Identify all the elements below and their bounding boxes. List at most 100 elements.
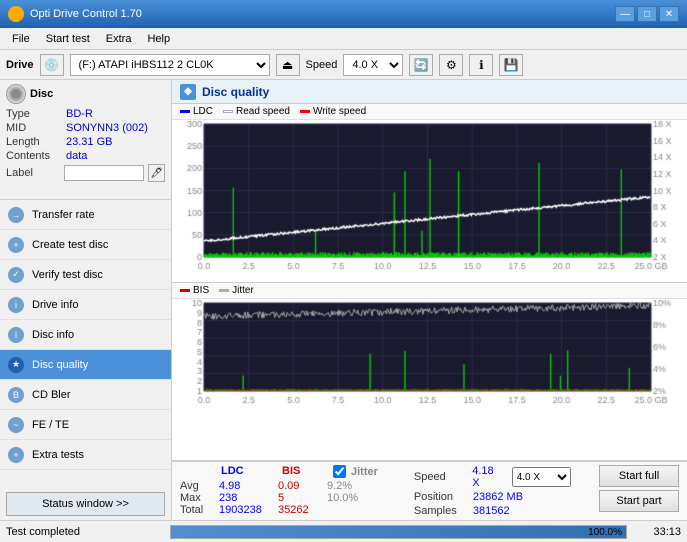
- nav-label-verify-test: Verify test disc: [32, 269, 103, 281]
- titlebar-controls: — □ ✕: [615, 6, 679, 22]
- stats-max-jitter: 10.0%: [327, 492, 358, 504]
- legend-write-speed: Write speed: [300, 106, 366, 117]
- disc-panel: Disc Type BD-R MID SONYNN3 (002) Length …: [0, 80, 171, 200]
- settings-icon[interactable]: ⚙: [439, 54, 463, 76]
- jitter-checkbox[interactable]: [333, 465, 346, 478]
- drivebar: Drive 💿 (F:) ATAPI iHBS112 2 CL0K ⏏ Spee…: [0, 50, 687, 80]
- disc-type-val: BD-R: [66, 108, 93, 120]
- extra-tests-icon: +: [8, 447, 24, 463]
- write-speed-dot: [300, 110, 310, 113]
- start-part-button[interactable]: Start part: [599, 490, 679, 512]
- app-icon: [8, 6, 24, 22]
- sidebar-item-disc-info[interactable]: i Disc info: [0, 320, 171, 350]
- sidebar-item-extra-tests[interactable]: + Extra tests: [0, 440, 171, 470]
- eject-icon[interactable]: ⏏: [276, 54, 300, 76]
- disc-quality-header-icon: ◈: [180, 84, 196, 100]
- progress-bar-fill: [171, 526, 626, 538]
- stats-avg-row: Avg 4.98 0.09 9.2%: [180, 480, 378, 492]
- legend-bis: BIS: [180, 285, 209, 296]
- content-header-title: Disc quality: [202, 85, 269, 99]
- sidebar-item-disc-quality[interactable]: ★ Disc quality: [0, 350, 171, 380]
- label-edit-icon[interactable]: 🖊: [148, 164, 165, 182]
- menubar: File Start test Extra Help: [0, 28, 687, 50]
- speed-select-stats[interactable]: 4.0 X: [512, 467, 571, 487]
- disc-icon: [6, 84, 26, 104]
- sidebar: Disc Type BD-R MID SONYNN3 (002) Length …: [0, 80, 172, 520]
- menu-help[interactable]: Help: [139, 31, 178, 47]
- disc-panel-header: Disc: [6, 84, 165, 104]
- progress-text: 100.0%: [588, 526, 622, 539]
- samples-val: 381562: [473, 505, 510, 517]
- sidebar-item-transfer-rate[interactable]: → Transfer rate: [0, 200, 171, 230]
- stats-jitter-header-wrap: Jitter: [333, 465, 378, 478]
- disc-length-key: Length: [6, 136, 66, 148]
- sidebar-item-verify-test[interactable]: ✓ Verify test disc: [0, 260, 171, 290]
- position-val: 23862 MB: [473, 491, 523, 503]
- ldc-dot: [180, 110, 190, 113]
- statusbar: Test completed 100.0% 33:13: [0, 520, 687, 542]
- nav-label-create-test: Create test disc: [32, 239, 108, 251]
- sidebar-item-cd-bler[interactable]: B CD Bler: [0, 380, 171, 410]
- legend-ldc-label: LDC: [193, 106, 213, 117]
- disc-type-row: Type BD-R: [6, 108, 165, 120]
- status-text: Test completed: [6, 526, 166, 538]
- nav-label-cd-bler: CD Bler: [32, 389, 71, 401]
- bottom-chart: [172, 299, 687, 409]
- menu-start-test[interactable]: Start test: [38, 31, 98, 47]
- main-area: Disc Type BD-R MID SONYNN3 (002) Length …: [0, 80, 687, 520]
- speed-select[interactable]: 4.0 X: [343, 54, 403, 76]
- bottom-chart-container: [172, 299, 687, 462]
- status-window-button[interactable]: Status window >>: [6, 492, 165, 516]
- sidebar-item-fe-te[interactable]: ~ FE / TE: [0, 410, 171, 440]
- top-chart-container: [172, 120, 687, 283]
- menu-file[interactable]: File: [4, 31, 38, 47]
- stats-total-bis: 35262: [278, 504, 323, 516]
- save-icon[interactable]: 💾: [499, 54, 523, 76]
- legend-read-label: Read speed: [236, 106, 290, 117]
- refresh-icon[interactable]: 🔄: [409, 54, 433, 76]
- disc-quality-icon: ★: [8, 357, 24, 373]
- cd-bler-icon: B: [8, 387, 24, 403]
- drive-select[interactable]: (F:) ATAPI iHBS112 2 CL0K: [70, 54, 270, 76]
- titlebar-title: Opti Drive Control 1.70: [30, 8, 142, 20]
- nav-label-disc-info: Disc info: [32, 329, 74, 341]
- stats-max-row: Max 238 5 10.0%: [180, 492, 378, 504]
- info-icon[interactable]: ℹ: [469, 54, 493, 76]
- start-full-button[interactable]: Start full: [599, 465, 679, 487]
- stats-ldc-header: LDC: [221, 465, 276, 478]
- content-area: ◈ Disc quality LDC Read speed Write spee…: [172, 80, 687, 520]
- disc-length-val: 23.31 GB: [66, 136, 112, 148]
- time-text: 33:13: [631, 526, 681, 538]
- speed-label: Speed: [306, 59, 338, 71]
- sidebar-item-drive-info[interactable]: i Drive info: [0, 290, 171, 320]
- read-speed-dot: [223, 110, 233, 113]
- fe-te-icon: ~: [8, 417, 24, 433]
- bottom-chart-legend: BIS Jitter: [172, 283, 687, 299]
- create-test-icon: +: [8, 237, 24, 253]
- disc-label-key: Label: [6, 167, 60, 179]
- titlebar: Opti Drive Control 1.70 — □ ✕: [0, 0, 687, 28]
- close-button[interactable]: ✕: [659, 6, 679, 22]
- legend-read-speed: Read speed: [223, 106, 290, 117]
- maximize-button[interactable]: □: [637, 6, 657, 22]
- speed-speed-val: 4.18 X: [472, 465, 503, 489]
- stats-total-row: Total 1903238 35262: [180, 504, 378, 516]
- disc-type-key: Type: [6, 108, 66, 120]
- stats-bar: LDC BIS Jitter Avg 4.98 0.09 9.2% Max 23…: [172, 461, 687, 520]
- menu-extra[interactable]: Extra: [98, 31, 140, 47]
- disc-contents-key: Contents: [6, 150, 66, 162]
- bis-dot: [180, 289, 190, 292]
- transfer-rate-icon: →: [8, 207, 24, 223]
- sidebar-item-create-test[interactable]: + Create test disc: [0, 230, 171, 260]
- disc-label-row: Label 🖊: [6, 164, 165, 182]
- position-key: Position: [414, 491, 469, 503]
- stats-columns: LDC BIS Jitter Avg 4.98 0.09 9.2% Max 23…: [180, 465, 378, 516]
- minimize-button[interactable]: —: [615, 6, 635, 22]
- speed-speed-key: Speed: [414, 471, 468, 483]
- nav-items: → Transfer rate + Create test disc ✓ Ver…: [0, 200, 171, 488]
- stats-max-ldc: 238: [219, 492, 274, 504]
- disc-contents-val: data: [66, 150, 87, 162]
- stats-max-bis: 5: [278, 492, 323, 504]
- disc-label-input[interactable]: [64, 165, 144, 181]
- disc-length-row: Length 23.31 GB: [6, 136, 165, 148]
